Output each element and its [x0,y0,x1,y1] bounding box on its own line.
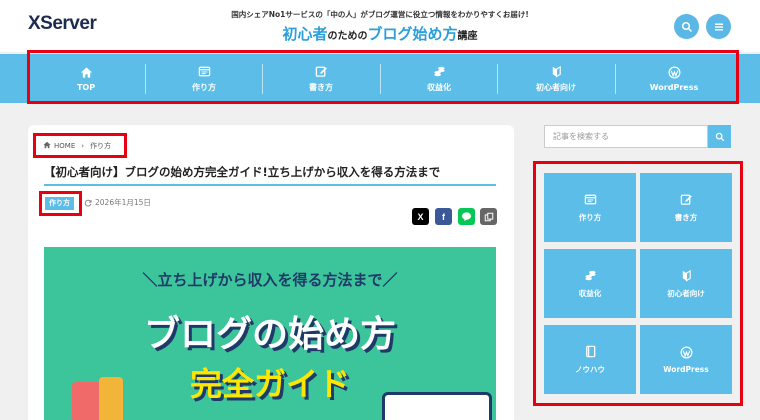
browser-icon [584,194,596,204]
search-icon [681,21,692,32]
sidebar-tile-label: 作り方 [578,212,602,222]
nav-label: 作り方 [192,82,216,92]
nav-item-top[interactable]: TOP [27,54,145,103]
copy-link-button[interactable] [480,208,497,225]
sidebar-tile-monetize[interactable]: 収益化 [544,249,636,318]
nav-item-writing[interactable]: 書き方 [262,54,380,103]
header-menu-button[interactable] [706,14,731,39]
nav-label: 収益化 [427,82,451,92]
article-title: 【初心者向け】ブログの始め方完全ガイド!立ち上げから収入を得る方法まで [44,165,441,179]
banner-laptop-illustration [382,392,492,420]
sidebar-search-button[interactable] [708,125,731,148]
global-nav: TOP 作り方 書き方 収益化 初心者向け WordPress [0,54,760,103]
nav-item-monetize[interactable]: 収益化 [380,54,498,103]
sidebar-tile-label: 書き方 [674,212,698,222]
category-badge[interactable]: 作り方 [45,197,74,210]
refresh-icon [84,199,92,206]
beginner-mark-icon [682,269,691,282]
site-tagline: 国内シェアNo1サービスの「中の人」がブログ運営に役立つ情報をわかりやすくお届け… [231,10,529,19]
breadcrumb-separator: › [81,142,85,150]
home-icon [80,66,92,78]
site-title[interactable]: 初心者のためのブログ始め方講座 [0,23,760,44]
edit-icon [680,194,692,205]
sidebar-search-input[interactable]: 記事を検索する [544,125,708,148]
edit-icon [315,66,327,77]
nav-label: 書き方 [309,82,333,92]
share-facebook-button[interactable]: f [435,208,452,225]
title-underline [44,184,496,186]
search-icon [715,132,724,141]
banner-illustration [72,382,102,420]
nav-label: 初心者向け [536,82,576,92]
beginner-mark-icon [552,65,561,78]
copy-icon [484,212,493,221]
x-icon: X [417,211,424,222]
post-date: 2026年1月15日 [84,197,151,208]
sidebar-tile-knowhow[interactable]: ノウハウ [544,325,636,394]
coins-icon [433,66,445,76]
sidebar-tile-wordpress[interactable]: WordPress [640,325,732,394]
nav-label: WordPress [649,82,699,92]
sidebar-tile-label: ノウハウ [575,364,605,374]
site-title-part1: 初心者 [282,25,328,43]
sidebar-tile-label: 収益化 [578,288,602,298]
post-date-text: 2026年1月15日 [95,198,151,207]
nav-item-beginner[interactable]: 初心者向け [497,54,615,103]
breadcrumb-category[interactable]: 作り方 [90,141,111,151]
coins-icon [584,270,596,280]
sidebar-tile-label: 初心者向け [667,288,705,298]
article-eyecatch: ＼立ち上げから収入を得る方法まで／ ブログの始め方 完全ガイド [44,247,496,420]
sidebar-tile-label: WordPress [663,364,709,374]
banner-subtitle: ＼立ち上げから収入を得る方法まで／ [142,271,398,289]
share-line-button[interactable] [458,208,475,225]
home-icon [43,141,51,151]
breadcrumb-home[interactable]: HOME [54,142,75,150]
facebook-icon: f [442,211,445,222]
book-icon [585,345,595,357]
header-search-button[interactable] [674,14,699,39]
sidebar-tile-beginner[interactable]: 初心者向け [640,249,732,318]
site-header: XServer 国内シェアNo1サービスの「中の人」がブログ運営に役立つ情報をわ… [0,0,760,52]
browser-icon [198,66,210,76]
hamburger-icon [714,23,723,30]
nav-item-wordpress[interactable]: WordPress [615,54,733,103]
wordpress-icon [680,346,692,358]
site-title-part4: 講座 [457,31,478,42]
line-icon [461,212,472,222]
sidebar-tile-howto[interactable]: 作り方 [544,173,636,242]
breadcrumb: HOME › 作り方 [43,141,111,151]
site-title-part3: ブログ始め方 [367,25,458,43]
nav-label: TOP [76,82,96,92]
wordpress-icon [668,66,680,78]
banner-title: ブログの始め方 [143,314,396,355]
site-title-part2: のための [327,31,368,42]
sidebar-tile-writing[interactable]: 書き方 [640,173,732,242]
nav-item-howto[interactable]: 作り方 [145,54,263,103]
share-x-button[interactable]: X [412,208,429,225]
banner-illustration [99,377,123,420]
